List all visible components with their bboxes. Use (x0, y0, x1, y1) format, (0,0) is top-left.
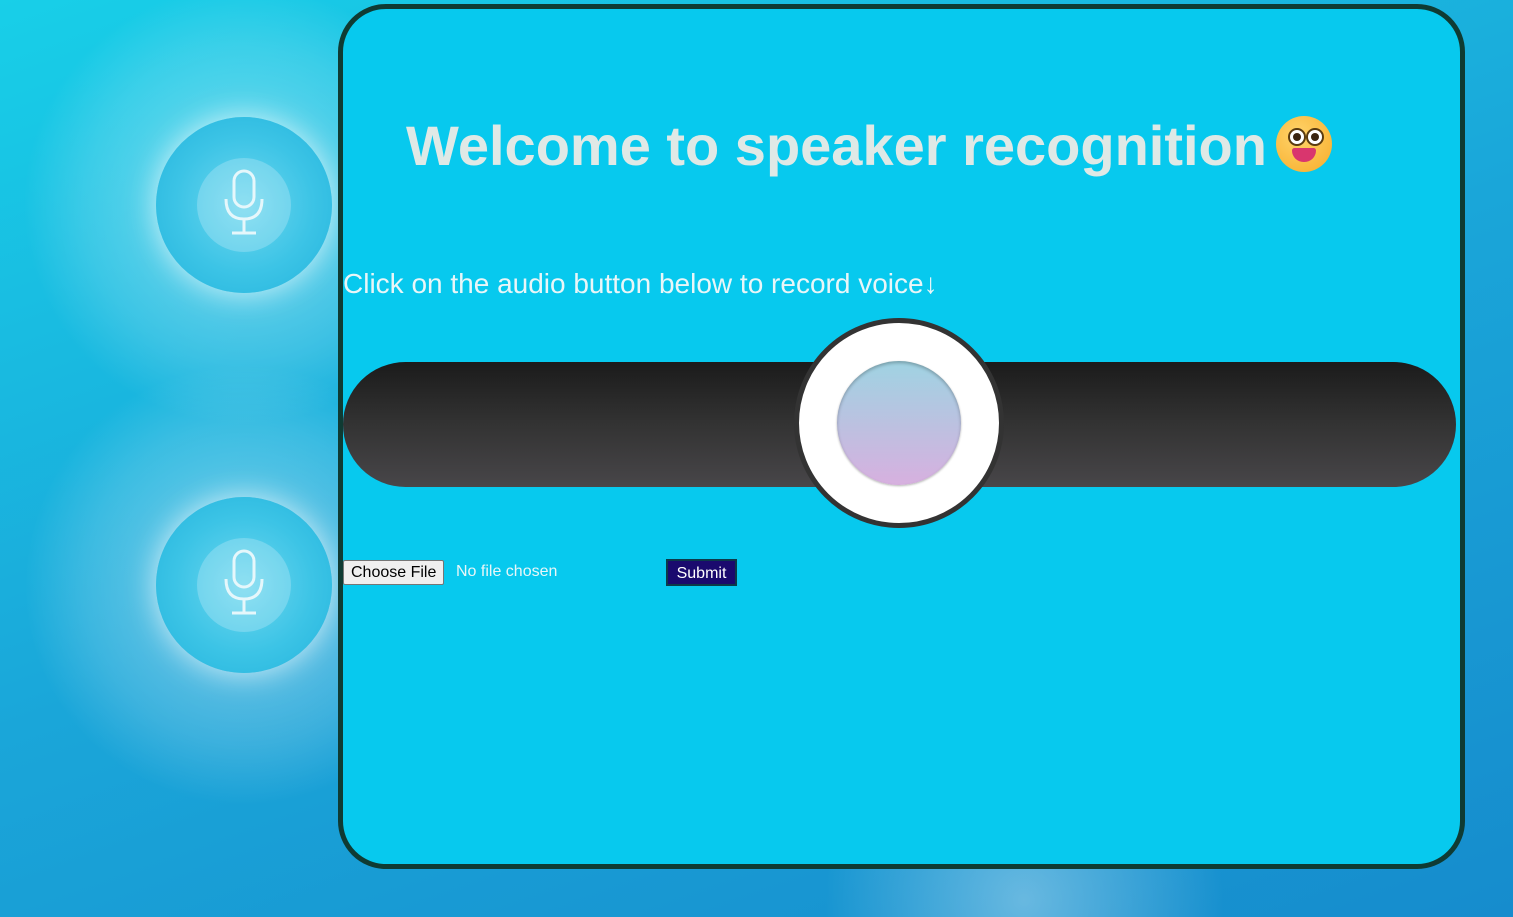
choose-file-button[interactable]: Choose File (343, 560, 445, 585)
record-instruction: Click on the audio button below to recor… (343, 268, 938, 299)
grinning-face-icon (1276, 116, 1332, 172)
page-title: Welcome to speaker recognition (406, 114, 1267, 177)
main-panel: Welcome to speaker recognition Click on … (338, 4, 1465, 869)
microphone-icon (224, 169, 264, 235)
record-audio-button[interactable] (837, 361, 961, 485)
submit-button[interactable]: Submit (666, 559, 737, 586)
microphone-icon (224, 549, 264, 615)
record-button-ring (794, 318, 1004, 528)
background-microphone-orb-top (156, 117, 332, 293)
file-status-text: No file chosen (456, 563, 558, 580)
background-microphone-orb-bottom (156, 497, 332, 673)
